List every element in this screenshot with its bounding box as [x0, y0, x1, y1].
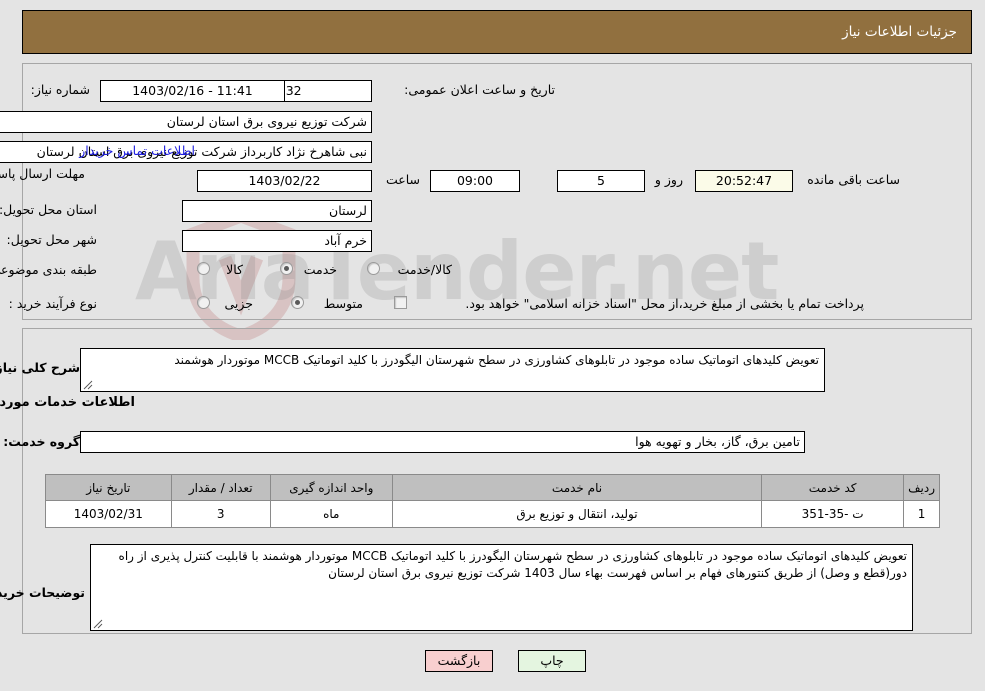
col-header-name: نام خدمت [391, 474, 763, 501]
deadline-label: مهلت ارسال پاسخ: تا تاریخ: [0, 166, 85, 181]
cell-qty: 3 [170, 500, 271, 528]
general-desc-textarea[interactable]: تعویض کلیدهای اتوماتیک ساده موجود در تاب… [80, 348, 825, 392]
buyer-contact-link[interactable]: اطلاعات تماس خریدار [79, 143, 195, 158]
category-radio-khedmat[interactable] [280, 262, 293, 275]
services-heading: اطلاعات خدمات مورد نیاز [0, 395, 135, 410]
page-root: AriaTender.net جزئیات اطلاعات نیاز شماره… [0, 0, 985, 691]
buyer-org-value: شرکت توزیع نیروی برق استان لرستان [0, 111, 372, 133]
category-label: طبقه بندی موضوعی: [0, 262, 97, 277]
col-header-qty: تعداد / مقدار [170, 474, 271, 501]
resize-grip-icon[interactable] [83, 380, 93, 390]
purchase-type-radio-jozei[interactable] [197, 296, 210, 309]
purchase-type-radio-motevaset[interactable] [291, 296, 304, 309]
category-radio-kala-khedmat[interactable] [367, 262, 380, 275]
days-left-value: 5 [557, 170, 645, 192]
cell-date: 1403/02/31 [45, 500, 172, 528]
services-table: ردیف کد خدمت نام خدمت واحد اندازه گیری ت… [45, 474, 940, 528]
purchase-type-option-motevaset-label: متوسط [323, 296, 363, 311]
page-title: جزئیات اطلاعات نیاز [842, 24, 957, 40]
deadline-time-value: 09:00 [430, 170, 520, 192]
table-header-row: ردیف کد خدمت نام خدمت واحد اندازه گیری ت… [45, 474, 940, 501]
buyer-notes-textarea[interactable]: تعویض کلیدهای اتوماتیک ساده موجود در تاب… [90, 544, 913, 631]
page-header: جزئیات اطلاعات نیاز [22, 10, 972, 54]
city-value: خرم آباد [182, 230, 372, 252]
resize-grip-icon[interactable] [93, 619, 103, 629]
treasury-note-checkbox[interactable] [394, 296, 407, 309]
col-header-radif: ردیف [903, 474, 940, 501]
buyer-notes-value: تعویض کلیدهای اتوماتیک ساده موجود در تاب… [118, 549, 907, 580]
need-number-label: شماره نیاز: [30, 82, 90, 97]
countdown-value: 20:52:47 [695, 170, 793, 192]
col-header-code: کد خدمت [761, 474, 905, 501]
cell-name: تولید، انتقال و توزیع برق [391, 500, 763, 528]
category-option-khedmat-label: خدمت [303, 262, 337, 277]
category-option-kala-label: کالا [226, 262, 243, 277]
days-left-label: روز و [654, 172, 683, 187]
cell-radif: 1 [903, 500, 940, 528]
cell-code: ت -35-351 [761, 500, 905, 528]
col-header-date: تاریخ نیاز [45, 474, 172, 501]
general-desc-value: تعویض کلیدهای اتوماتیک ساده موجود در تاب… [174, 353, 819, 367]
general-desc-label: شرح کلی نیاز: [0, 360, 80, 375]
public-announce-value: 11:41 - 1403/02/16 [100, 80, 285, 102]
back-button[interactable]: بازگشت [425, 650, 493, 672]
deadline-date-value: 1403/02/22 [197, 170, 372, 192]
city-label: شهر محل تحویل: [6, 232, 97, 247]
service-group-value: تامین برق، گاز، بخار و تهویه هوا [80, 431, 805, 453]
category-option-kala-khedmat-label: کالا/خدمت [397, 262, 452, 277]
province-value: لرستان [182, 200, 372, 222]
service-group-label: گروه خدمت: [3, 434, 80, 449]
print-button[interactable]: چاپ [518, 650, 586, 672]
category-radio-kala[interactable] [197, 262, 210, 275]
treasury-note-label: پرداخت تمام یا بخشی از مبلغ خرید،از محل … [465, 296, 864, 311]
province-label: استان محل تحویل: [0, 202, 97, 217]
public-announce-label: تاریخ و ساعت اعلان عمومی: [404, 82, 555, 97]
purchase-type-option-jozei-label: جزیی [224, 296, 253, 311]
table-row: 1 ت -35-351 تولید، انتقال و توزیع برق ما… [45, 500, 940, 528]
purchase-type-label: نوع فرآیند خرید : [8, 296, 97, 311]
buyer-notes-label: توضیحات خریدار: [0, 585, 85, 600]
deadline-time-label: ساعت [385, 172, 420, 187]
col-header-unit: واحد اندازه گیری [269, 474, 393, 501]
countdown-label: ساعت باقی مانده [807, 172, 900, 187]
cell-unit: ماه [269, 500, 393, 528]
